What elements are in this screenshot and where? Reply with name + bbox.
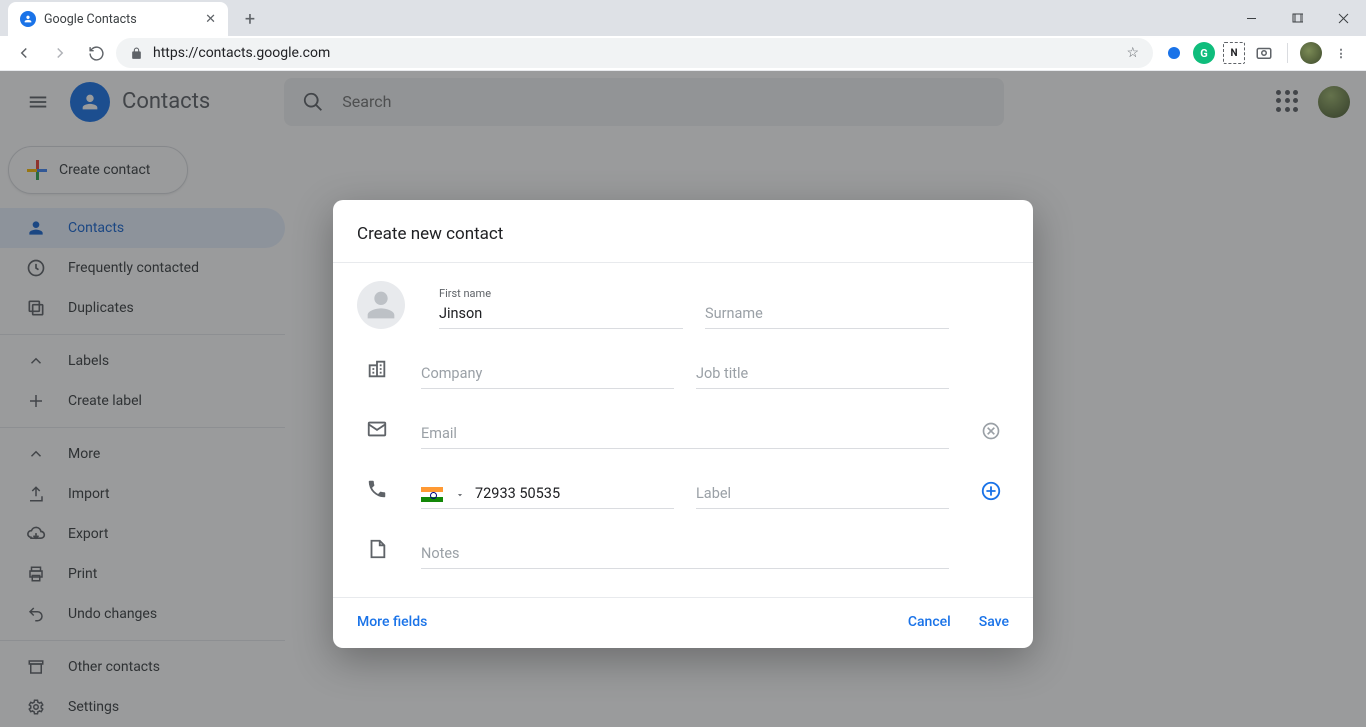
company-icon	[357, 349, 397, 389]
jobtitle-field[interactable]	[696, 351, 949, 389]
surname-input[interactable]	[705, 305, 949, 328]
add-phone-button[interactable]	[973, 473, 1009, 509]
contact-avatar-placeholder[interactable]	[357, 281, 405, 329]
surname-field[interactable]	[705, 291, 949, 329]
extension-icon[interactable]: N	[1223, 42, 1245, 64]
phone-input[interactable]	[475, 485, 674, 508]
chrome-profile-avatar[interactable]	[1300, 42, 1322, 64]
notes-input[interactable]	[421, 545, 949, 568]
notes-icon	[357, 529, 397, 569]
browser-toolbar: https://contacts.google.com ☆ G N ⋮	[0, 36, 1366, 71]
maximize-button[interactable]	[1274, 0, 1320, 36]
cancel-button[interactable]: Cancel	[908, 614, 951, 630]
email-field[interactable]	[421, 411, 949, 449]
dialog-title: Create new contact	[333, 200, 1033, 262]
extension-icon[interactable]	[1163, 42, 1185, 64]
browser-tabstrip: Google Contacts ✕ +	[0, 0, 1366, 36]
forward-button[interactable]	[44, 37, 76, 69]
back-button[interactable]	[8, 37, 40, 69]
create-contact-dialog: Create new contact First name	[333, 200, 1033, 648]
new-tab-button[interactable]: +	[236, 5, 264, 33]
window-controls	[1228, 0, 1366, 36]
firstname-input[interactable]	[439, 305, 683, 328]
phone-icon	[357, 469, 397, 509]
company-field[interactable]	[421, 351, 674, 389]
lock-icon	[130, 47, 143, 60]
chevron-down-icon	[455, 490, 465, 500]
minimize-button[interactable]	[1228, 0, 1274, 36]
extension-icon[interactable]	[1253, 42, 1275, 64]
star-icon[interactable]: ☆	[1126, 45, 1139, 61]
address-bar[interactable]: https://contacts.google.com ☆	[116, 38, 1153, 68]
phone-label-field[interactable]	[696, 471, 949, 509]
browser-tab[interactable]: Google Contacts ✕	[8, 2, 228, 36]
phone-field[interactable]	[421, 471, 674, 509]
close-window-button[interactable]	[1320, 0, 1366, 36]
chrome-menu-icon[interactable]: ⋮	[1330, 42, 1352, 64]
firstname-field[interactable]: First name	[439, 291, 683, 329]
extensions-bar: G N ⋮	[1157, 42, 1358, 64]
more-fields-button[interactable]: More fields	[357, 614, 427, 630]
notes-field[interactable]	[421, 531, 949, 569]
country-code-selector[interactable]	[421, 487, 465, 502]
tab-title: Google Contacts	[44, 12, 137, 27]
close-tab-icon[interactable]: ✕	[205, 12, 216, 27]
company-input[interactable]	[421, 365, 674, 388]
phone-label-input[interactable]	[696, 485, 949, 508]
reload-button[interactable]	[80, 37, 112, 69]
email-input[interactable]	[421, 425, 949, 448]
email-icon	[357, 409, 397, 449]
save-button[interactable]: Save	[979, 614, 1009, 630]
firstname-label: First name	[439, 287, 491, 300]
jobtitle-input[interactable]	[696, 365, 949, 388]
extension-icon[interactable]: G	[1193, 42, 1215, 64]
favicon-contacts	[20, 11, 36, 27]
india-flag-icon	[421, 487, 443, 502]
url-text: https://contacts.google.com	[153, 45, 330, 61]
remove-email-button[interactable]	[973, 413, 1009, 449]
